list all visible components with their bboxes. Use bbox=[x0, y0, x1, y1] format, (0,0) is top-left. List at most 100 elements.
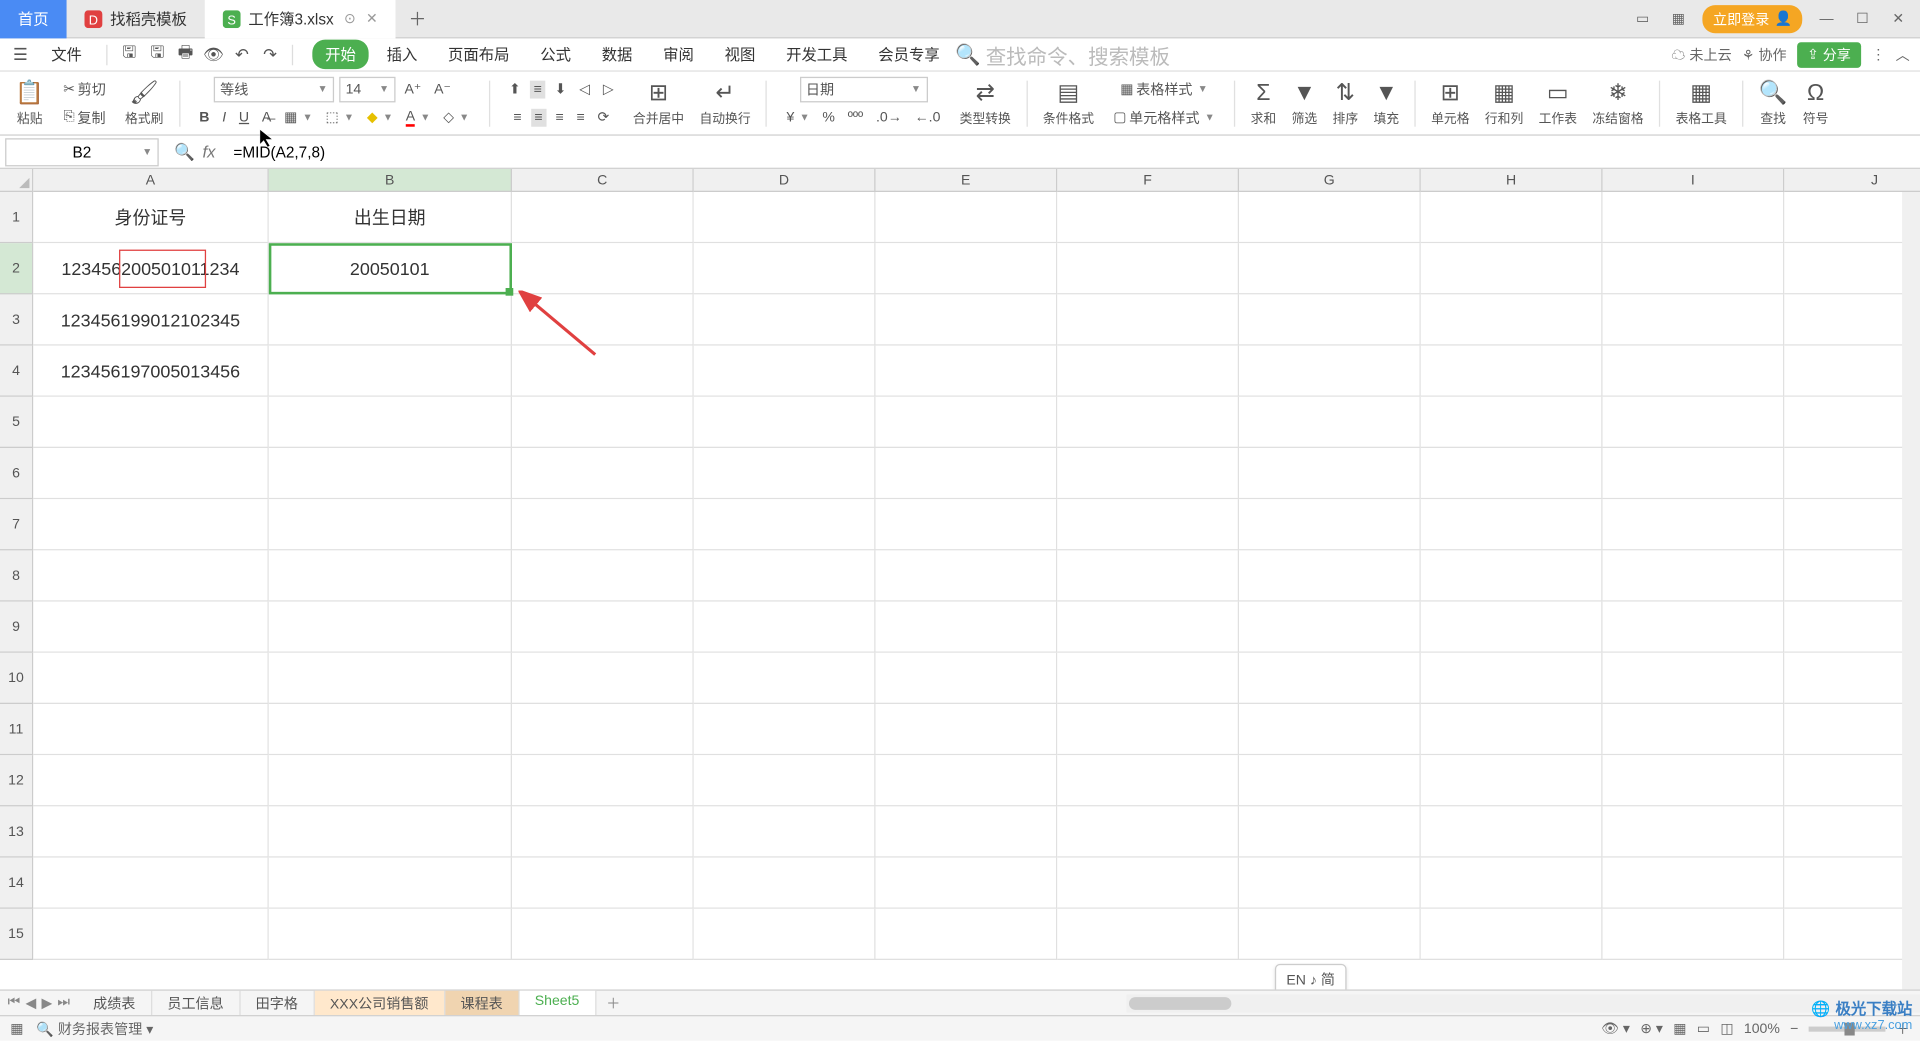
cell[interactable] bbox=[512, 192, 694, 243]
underline-button[interactable]: U bbox=[235, 108, 253, 126]
cell[interactable] bbox=[1784, 806, 1920, 857]
cell[interactable] bbox=[33, 602, 269, 653]
view-split-icon[interactable]: ◫ bbox=[1720, 1020, 1733, 1037]
cell[interactable] bbox=[1784, 704, 1920, 755]
table-tools-button[interactable]: ▦表格工具 bbox=[1676, 80, 1727, 126]
cell[interactable] bbox=[1603, 653, 1785, 704]
sheet-nav-prev[interactable]: ◀ bbox=[25, 995, 36, 1012]
cell[interactable] bbox=[1057, 243, 1239, 294]
cell[interactable] bbox=[1784, 550, 1920, 601]
cell[interactable] bbox=[1239, 448, 1421, 499]
row-header[interactable]: 14 bbox=[0, 858, 33, 909]
coop-button[interactable]: ⚘ 协作 bbox=[1742, 44, 1787, 64]
tab-workbook[interactable]: S 工作簿3.xlsx ⊙ ✕ bbox=[205, 0, 396, 38]
cell[interactable] bbox=[1603, 755, 1785, 806]
add-sheet-button[interactable]: ＋ bbox=[596, 993, 631, 1013]
number-format-select[interactable]: 日期▼ bbox=[799, 76, 927, 102]
cell[interactable] bbox=[1784, 909, 1920, 960]
bold-button[interactable]: B bbox=[195, 108, 213, 126]
font-size-select[interactable]: 14▼ bbox=[339, 76, 395, 102]
cell[interactable] bbox=[512, 294, 694, 345]
view-page-icon[interactable]: ▭ bbox=[1697, 1020, 1710, 1037]
redo-icon[interactable]: ↷ bbox=[260, 44, 280, 64]
sheet-tab[interactable]: 课程表 bbox=[445, 990, 519, 1016]
cell[interactable] bbox=[876, 346, 1058, 397]
row-header[interactable]: 13 bbox=[0, 806, 33, 857]
name-box[interactable]: B2▼ bbox=[5, 138, 159, 166]
percent-button[interactable]: % bbox=[819, 108, 839, 126]
cell[interactable] bbox=[694, 192, 876, 243]
sheet-nav-next[interactable]: ▶ bbox=[41, 995, 52, 1012]
type-convert-button[interactable]: ⇄类型转换 bbox=[960, 80, 1011, 126]
login-button[interactable]: 立即登录👤 bbox=[1703, 4, 1802, 32]
italic-button[interactable]: I bbox=[218, 108, 230, 126]
cell[interactable] bbox=[512, 602, 694, 653]
cell[interactable] bbox=[1239, 192, 1421, 243]
increase-indent-button[interactable]: ▷ bbox=[599, 79, 618, 98]
cell[interactable] bbox=[694, 397, 876, 448]
find-button[interactable]: 🔍查找 bbox=[1759, 80, 1788, 126]
cell[interactable] bbox=[512, 806, 694, 857]
share-button[interactable]: ⇪ 分享 bbox=[1797, 42, 1861, 68]
clear-format-button[interactable]: ◇▼ bbox=[439, 108, 473, 127]
merge-button[interactable]: ⊞合并居中 bbox=[633, 80, 684, 126]
menu-tab-layout[interactable]: 页面布局 bbox=[435, 40, 522, 69]
cell[interactable] bbox=[1239, 550, 1421, 601]
fx-icon[interactable]: fx bbox=[202, 142, 215, 161]
more-icon[interactable]: ⋮ bbox=[1871, 46, 1885, 63]
column-header[interactable]: C bbox=[512, 169, 694, 192]
row-header[interactable]: 15 bbox=[0, 909, 33, 960]
rowcol-button[interactable]: ▦行和列 bbox=[1485, 80, 1523, 126]
cell[interactable] bbox=[876, 294, 1058, 345]
cell[interactable] bbox=[1421, 806, 1603, 857]
cell[interactable] bbox=[694, 653, 876, 704]
cell[interactable] bbox=[1421, 755, 1603, 806]
column-header[interactable]: J bbox=[1784, 169, 1920, 192]
cell[interactable] bbox=[1057, 909, 1239, 960]
cell[interactable] bbox=[1603, 909, 1785, 960]
comma-button[interactable]: ººº bbox=[844, 108, 867, 126]
row-header[interactable]: 6 bbox=[0, 448, 33, 499]
cell[interactable] bbox=[512, 909, 694, 960]
grid-icon[interactable]: ▦ bbox=[1667, 7, 1690, 30]
paste-button[interactable]: 📋粘贴 bbox=[15, 80, 44, 126]
menu-tab-start[interactable]: 开始 bbox=[312, 40, 368, 69]
cell[interactable] bbox=[1057, 192, 1239, 243]
cell[interactable] bbox=[269, 550, 512, 601]
cell[interactable] bbox=[1603, 192, 1785, 243]
cell[interactable] bbox=[1784, 346, 1920, 397]
cell[interactable] bbox=[269, 704, 512, 755]
currency-button[interactable]: ¥▼ bbox=[783, 108, 814, 126]
cell[interactable] bbox=[694, 550, 876, 601]
cell[interactable] bbox=[1239, 499, 1421, 550]
menu-tab-view[interactable]: 视图 bbox=[712, 40, 768, 69]
cell[interactable] bbox=[1239, 346, 1421, 397]
border-button[interactable]: ▦▼ bbox=[280, 108, 316, 127]
align-justify-button[interactable]: ≡ bbox=[573, 108, 589, 126]
tab-close-icon[interactable]: ✕ bbox=[366, 10, 378, 27]
status-menu-icon[interactable]: ▦ bbox=[10, 1020, 23, 1037]
sheet-tab[interactable]: 田字格 bbox=[240, 990, 314, 1016]
cell[interactable] bbox=[694, 909, 876, 960]
cell[interactable] bbox=[694, 806, 876, 857]
cell[interactable] bbox=[1421, 550, 1603, 601]
align-center-button[interactable]: ≡ bbox=[531, 108, 547, 126]
cell[interactable]: 123456197005013456 bbox=[33, 346, 269, 397]
cell[interactable] bbox=[269, 294, 512, 345]
add-tab-button[interactable]: ＋ bbox=[396, 6, 440, 32]
cell[interactable] bbox=[1421, 294, 1603, 345]
sheet-tab[interactable]: 员工信息 bbox=[152, 990, 240, 1016]
cond-format-button[interactable]: ▤条件格式 bbox=[1043, 80, 1094, 126]
zoom-out-button[interactable]: − bbox=[1790, 1021, 1798, 1036]
expand-icon[interactable]: 🔍 bbox=[174, 141, 195, 161]
cell[interactable] bbox=[876, 755, 1058, 806]
status-doc-icon[interactable]: 🔍 财务报表管理 ▾ bbox=[36, 1018, 153, 1038]
cell[interactable] bbox=[1603, 499, 1785, 550]
row-header[interactable]: 1 bbox=[0, 192, 33, 243]
cell[interactable] bbox=[1603, 858, 1785, 909]
cell[interactable] bbox=[876, 397, 1058, 448]
cell-button[interactable]: ⊞单元格 bbox=[1431, 80, 1469, 126]
cell[interactable]: 身份证号 bbox=[33, 192, 269, 243]
decrease-decimal-button[interactable]: ←.0 bbox=[911, 108, 945, 126]
cell[interactable] bbox=[694, 499, 876, 550]
